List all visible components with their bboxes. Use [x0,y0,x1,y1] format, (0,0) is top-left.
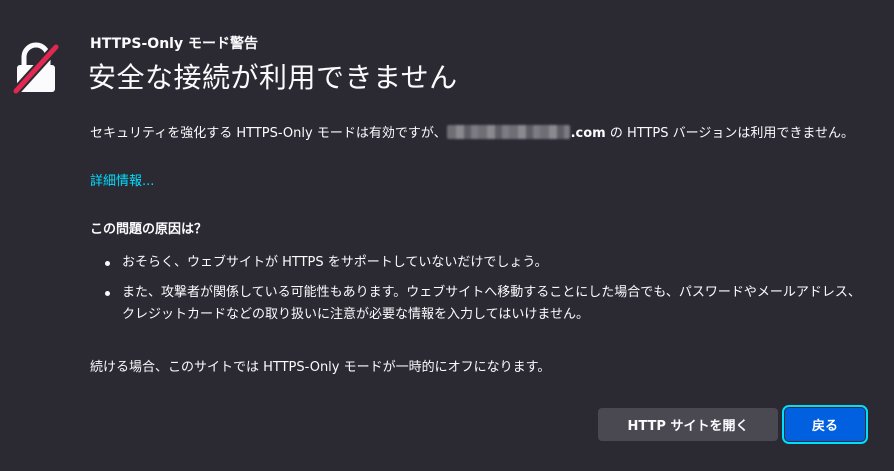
https-only-error-page: HTTPS-Only モード警告 安全な接続が利用できません セキュリティを強化… [0,0,894,471]
bullet-icon [105,291,110,296]
page-title: 安全な接続が利用できません [88,61,458,94]
list-item-text: おそらく、ウェブサイトが HTTPS をサポートしていないだけでしょう。 [122,255,548,270]
list-item-text: また、攻撃者が関係している可能性もあります。ウェブサイトへ移動することにした場合… [122,285,861,322]
continue-note: 続ける場合、このサイトでは HTTPS-Only モードが一時的にオフになります… [90,360,551,375]
go-back-button[interactable]: 戻る [782,405,868,444]
cause-heading: この問題の原因は？ [90,222,208,237]
list-item: おそらく、ウェブサイトが HTTPS をサポートしていないだけでしょう。 [90,252,870,274]
bullet-icon [105,261,110,266]
list-item: また、攻撃者が関係している可能性もあります。ウェブサイトへ移動することにした場合… [90,282,870,326]
learn-more-link[interactable]: 詳細情報... [90,170,154,189]
domain-suffix: .com [570,126,606,141]
cause-list: おそらく、ウェブサイトが HTTPS をサポートしていないだけでしょう。 また、… [90,252,870,334]
broken-lock-icon [13,42,59,94]
description-text: セキュリティを強化する HTTPS-Only モードは有効ですが、 [90,126,447,141]
open-http-site-button[interactable]: HTTP サイトを開く [598,408,778,441]
description-text-end: の HTTPS バージョンは利用できません。 [605,126,854,141]
redacted-domain [446,125,570,139]
error-description: セキュリティを強化する HTTPS-Only モードは有効ですが、 .com の … [90,123,870,145]
page-subtitle: HTTPS-Only モード警告 [90,36,258,52]
